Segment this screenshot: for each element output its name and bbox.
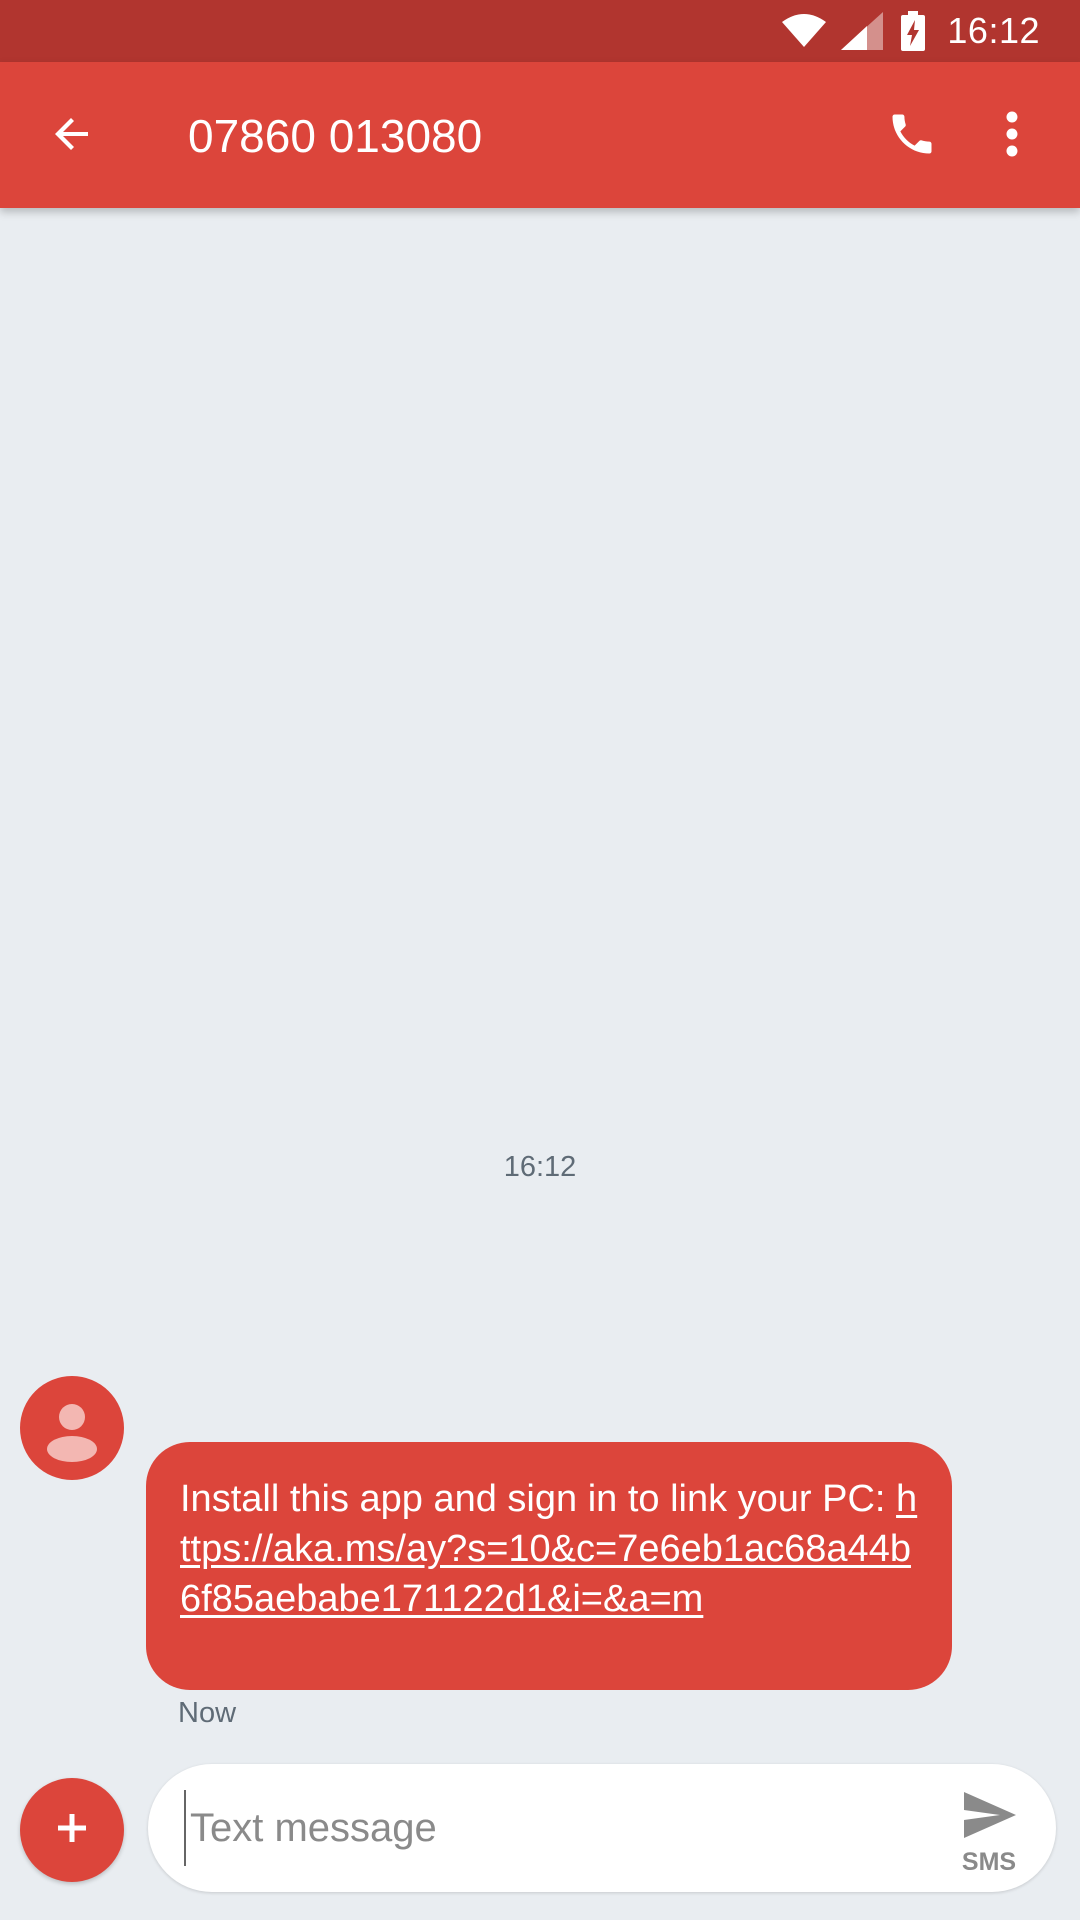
app-bar: 07860 013080 — [0, 62, 1080, 208]
message-bubble[interactable]: Install this app and sign in to link you… — [146, 1442, 952, 1690]
compose-field-container: SMS — [148, 1764, 1056, 1892]
phone-icon — [886, 108, 938, 165]
more-options-button[interactable] — [982, 92, 1042, 180]
call-button[interactable] — [868, 92, 956, 180]
attach-button[interactable] — [20, 1778, 124, 1882]
more-vert-icon — [1005, 110, 1019, 163]
contact-avatar[interactable] — [20, 1376, 124, 1480]
wifi-icon — [781, 13, 827, 49]
message-input[interactable] — [184, 1790, 930, 1866]
battery-charging-icon — [901, 11, 926, 51]
message-status: Now — [178, 1697, 237, 1729]
message-text: Install this app and sign in to link you… — [180, 1478, 897, 1520]
send-label: SMS — [961, 1848, 1017, 1876]
send-icon — [962, 1790, 1018, 1845]
status-bar: 16:12 — [0, 0, 1080, 62]
status-icons: 16:12 — [781, 0, 1040, 62]
contact-title: 07860 013080 — [188, 110, 483, 162]
message-timestamp: 16:12 — [503, 1151, 577, 1183]
plus-icon — [52, 1808, 92, 1853]
cell-signal-icon — [841, 12, 884, 50]
arrow-back-icon — [48, 110, 96, 163]
status-time: 16:12 — [947, 10, 1040, 51]
send-button[interactable]: SMS — [934, 1776, 1044, 1880]
back-button[interactable] — [28, 92, 116, 180]
compose-bar: SMS — [0, 1740, 1080, 1920]
